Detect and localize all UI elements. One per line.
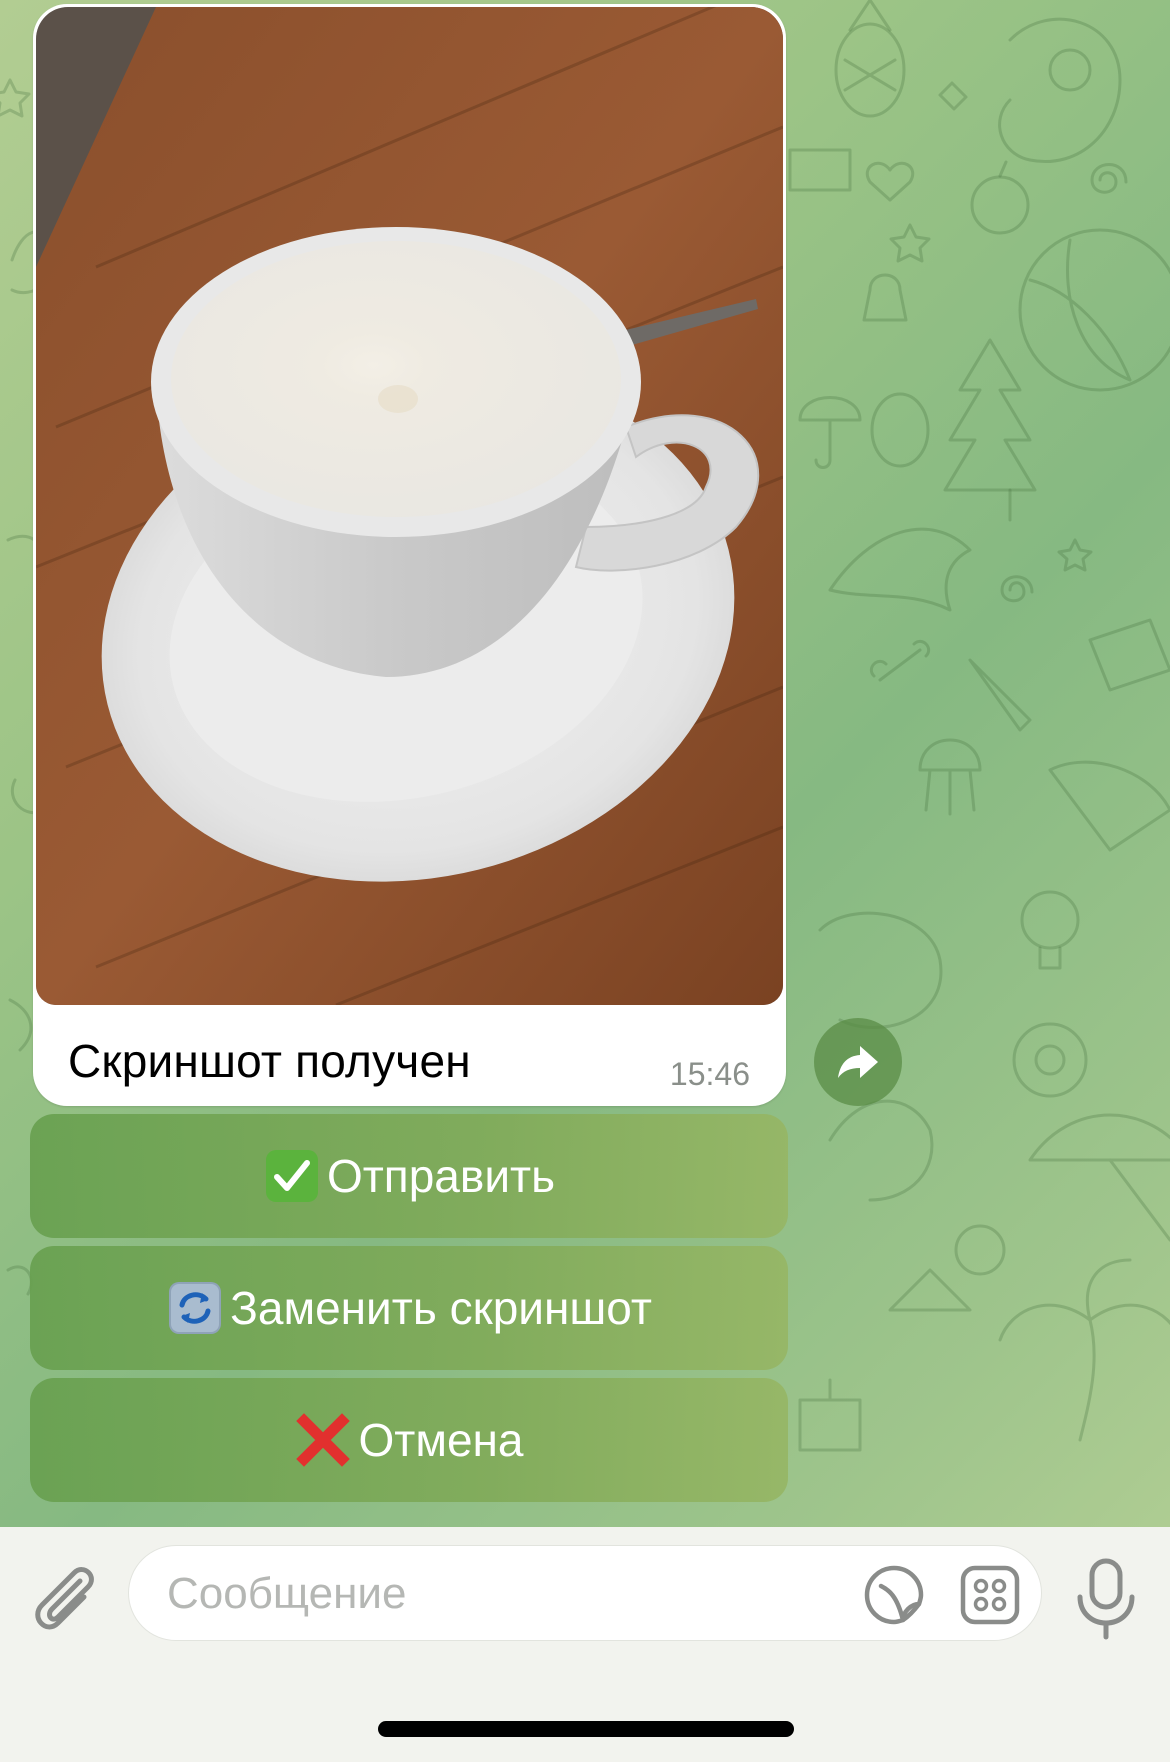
send-button-label: Отправить — [326, 1150, 556, 1202]
share-arrow-icon — [838, 1046, 878, 1078]
attached-photo[interactable] — [36, 7, 783, 1005]
message-input[interactable] — [165, 1546, 849, 1642]
sticker-icon[interactable] — [863, 1564, 925, 1626]
message-field[interactable] — [128, 1545, 1042, 1642]
cancel-button-label: Отмена — [358, 1414, 524, 1466]
apps-grid-icon[interactable] — [959, 1564, 1021, 1626]
check-mark-button-icon — [263, 1147, 321, 1205]
cross-mark-icon — [294, 1411, 352, 1469]
replace-screenshot-label: Заменить скриншот — [230, 1282, 652, 1334]
paperclip-icon[interactable] — [28, 1559, 100, 1639]
message-time: 15:46 — [669, 1056, 750, 1092]
microphone-icon[interactable] — [1070, 1555, 1142, 1643]
forward-button[interactable] — [814, 1018, 902, 1106]
refresh-arrows-icon — [166, 1279, 224, 1337]
replace-screenshot-button[interactable]: Заменить скриншот — [30, 1246, 788, 1370]
coffee-cup-photo — [36, 7, 783, 1005]
message-caption: Скриншот получен — [68, 1035, 471, 1087]
message-input-bar — [0, 1527, 1170, 1762]
message-bubble[interactable]: Скриншот получен 15:46 — [33, 4, 786, 1106]
home-indicator — [378, 1721, 794, 1737]
cancel-button[interactable]: Отмена — [30, 1378, 788, 1502]
send-button[interactable]: Отправить — [30, 1114, 788, 1238]
